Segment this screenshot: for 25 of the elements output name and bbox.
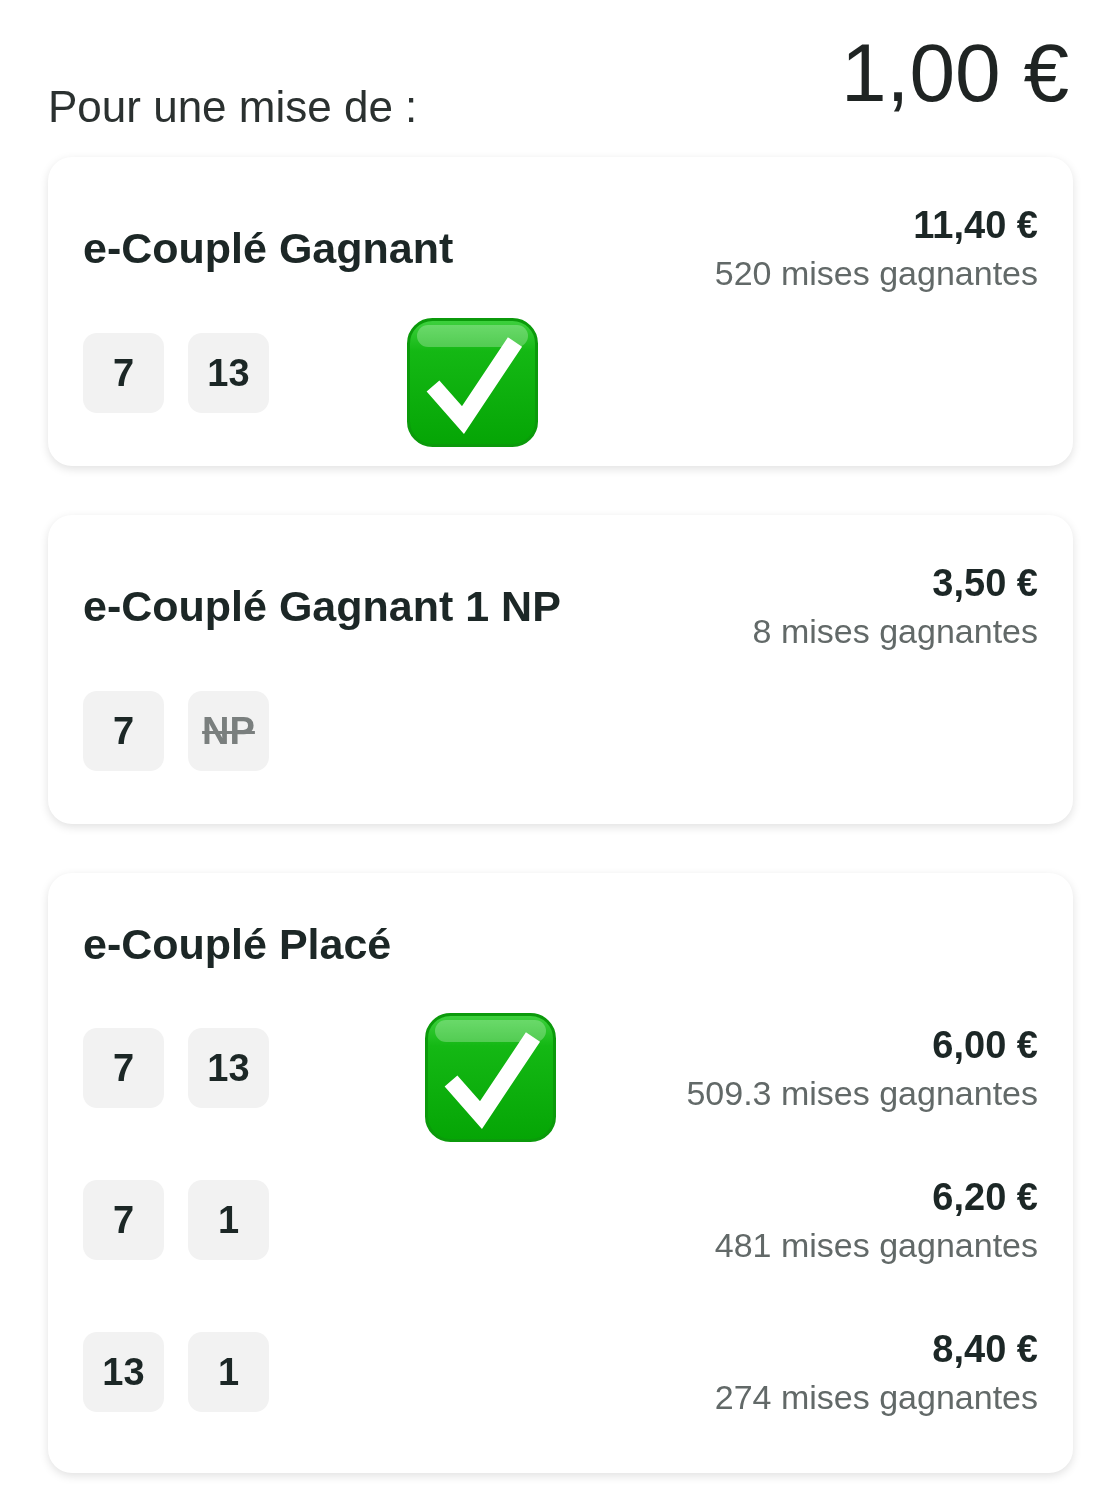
payout-amount: 6,00 € — [932, 1023, 1038, 1069]
number-chip: 7 — [83, 1028, 164, 1109]
payout-amount: 3,50 € — [932, 561, 1038, 607]
winning-bets-count: 481 mises gagnantes — [714, 1225, 1038, 1267]
winning-bets-count: 520 mises gagnantes — [714, 253, 1038, 295]
bet-title: e-Couplé Placé — [83, 919, 393, 971]
number-chip: 13 — [83, 1332, 164, 1413]
winning-bets-count: 509.3 mises gagnantes — [686, 1073, 1038, 1115]
number-chip: 13 — [188, 1028, 269, 1109]
number-chip: 1 — [188, 1180, 269, 1261]
number-chip: 7 — [83, 333, 164, 414]
winning-bets-count: 274 mises gagnantes — [714, 1377, 1038, 1419]
payout-amount: 8,40 € — [932, 1327, 1038, 1373]
number-chip: 7 — [83, 691, 164, 772]
winning-bets-count: 8 mises gagnantes — [752, 611, 1038, 653]
bet-title: e-Couplé Gagnant — [83, 223, 454, 275]
payout-amount: 11,40 € — [913, 203, 1038, 249]
number-chip: 7 — [83, 1180, 164, 1261]
stake-label: Pour une mise de : — [48, 81, 418, 134]
number-chip: 1 — [188, 1332, 269, 1413]
payout-amount: 6,20 € — [932, 1175, 1038, 1221]
number-chip: 13 — [188, 333, 269, 414]
number-chip: NP — [188, 691, 269, 772]
stake-amount: 1,00 € — [841, 28, 1069, 119]
bet-title: e-Couplé Gagnant 1 NP — [83, 581, 561, 633]
